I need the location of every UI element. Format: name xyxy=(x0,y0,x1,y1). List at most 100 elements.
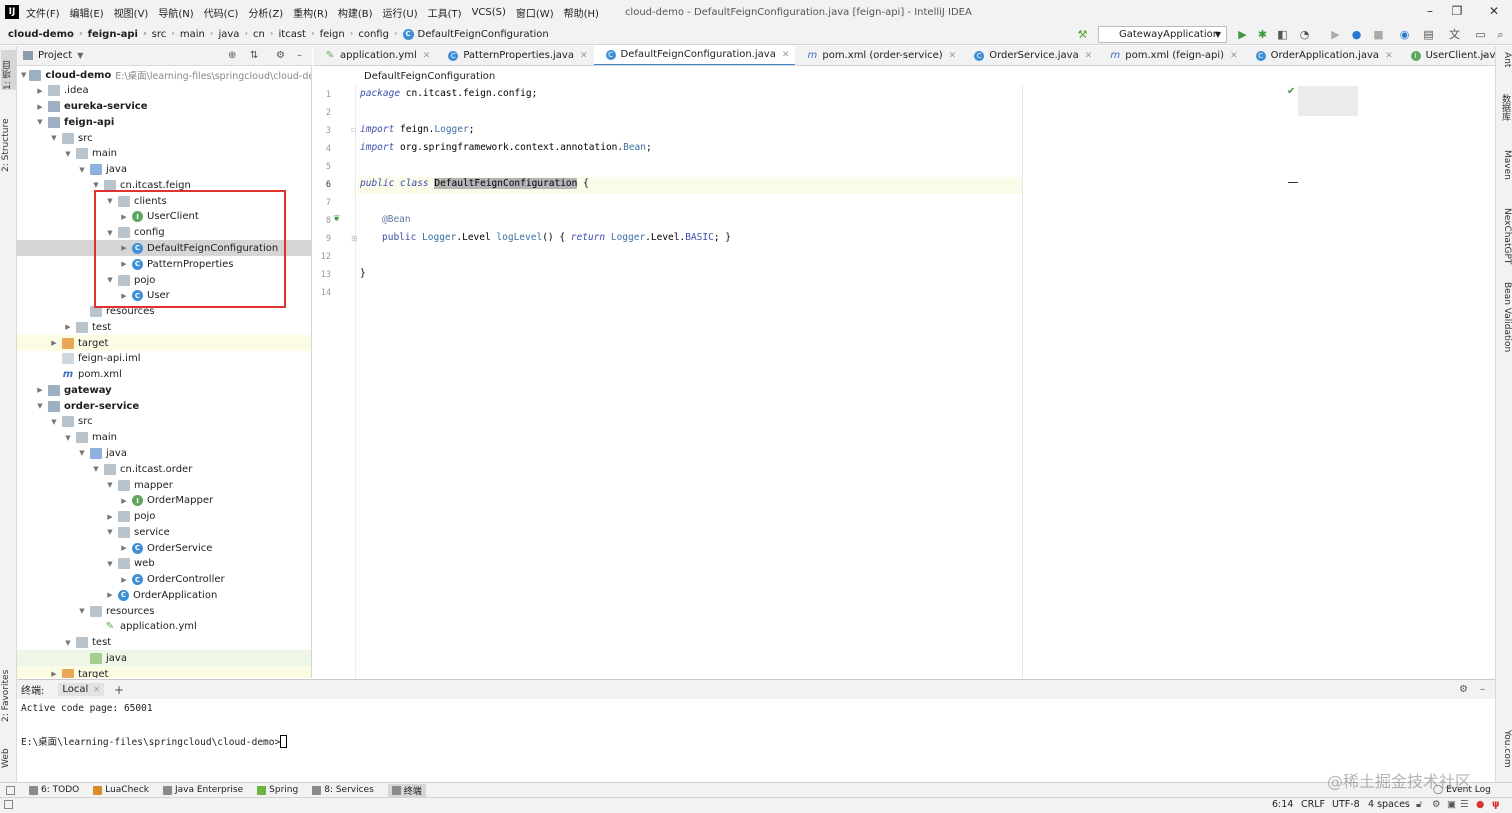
tree-item[interactable]: ▼ order-service xyxy=(17,398,311,414)
close-icon[interactable]: ✕ xyxy=(423,51,431,61)
chevron-down-icon[interactable]: ⌄ xyxy=(1480,48,1489,60)
tree-item[interactable]: ▶ C OrderService xyxy=(17,540,311,556)
terminal-output[interactable]: Active code page: 65001 E:\桌面\learning-f… xyxy=(17,699,1495,782)
tool-tab-youcom[interactable]: You.com xyxy=(1498,730,1512,776)
attach-icon[interactable]: ▶ xyxy=(1329,28,1342,41)
breadcrumb-item[interactable]: cloud-demo › xyxy=(8,29,88,40)
tree-item[interactable]: ▼ cloud-demo E:\桌面\learning-files\springcl… xyxy=(17,67,311,83)
code-editor[interactable]: package cn.itcast.feign.config; import f… xyxy=(357,85,1495,678)
expand-right-icon[interactable]: ▶ xyxy=(35,103,45,111)
tree-item[interactable]: ▼ resources xyxy=(17,603,311,619)
breadcrumb-item[interactable]: main › xyxy=(180,29,219,40)
tool-tab-bean-validation[interactable]: Bean Validation xyxy=(1498,282,1512,368)
menu-refactor[interactable]: 重构(R) xyxy=(293,5,328,20)
menu-window[interactable]: 窗口(W) xyxy=(516,5,554,20)
tree-item[interactable]: ▼ main xyxy=(17,430,311,446)
tree-item[interactable]: ▼ web xyxy=(17,556,311,572)
tree-item[interactable]: ▶ C OrderApplication xyxy=(17,587,311,603)
editor-tab[interactable]: m pom.xml (feign-api) ✕ xyxy=(1098,46,1243,65)
tree-item[interactable]: ▼ src xyxy=(17,130,311,146)
menu-vcs[interactable]: VCS(S) xyxy=(472,7,506,18)
tool-tab-maven[interactable]: Maven xyxy=(1498,150,1512,192)
run-configuration-select[interactable]: GatewayApplication ▼ xyxy=(1098,26,1227,43)
status-toggle-icon[interactable] xyxy=(4,800,13,809)
menu-navigate[interactable]: 导航(N) xyxy=(158,5,193,20)
close-icon[interactable]: ✕ xyxy=(1085,51,1093,61)
tree-item[interactable]: ▼ feign-api xyxy=(17,114,311,130)
lock-icon[interactable]: 🔓︎ xyxy=(1416,799,1422,810)
menu-run[interactable]: 运行(U) xyxy=(383,5,418,20)
tool-tab-database[interactable]: 数据库 xyxy=(1498,94,1512,134)
tool-tab-nexchatgpt[interactable]: NexChatGPT xyxy=(1498,208,1512,268)
run-icon[interactable]: ▶ xyxy=(1236,28,1249,41)
tool-tab-web[interactable]: Web xyxy=(1,738,16,768)
error-icon[interactable]: ● xyxy=(1476,799,1484,810)
breadcrumb-item[interactable]: cn › xyxy=(253,29,278,40)
menu-code[interactable]: 代码(C) xyxy=(204,5,239,20)
expand-down-icon[interactable]: ▼ xyxy=(77,607,87,615)
expand-right-icon[interactable]: ▶ xyxy=(49,670,59,678)
tool-tab-structure[interactable]: 2: Structure xyxy=(1,106,16,173)
tree-item[interactable]: ▼ src xyxy=(17,414,311,430)
close-icon[interactable]: ✕ xyxy=(1486,4,1502,18)
tool-tab-favorites[interactable]: 2: Favorites xyxy=(1,658,16,722)
collapse-icon[interactable]: ⇅ xyxy=(250,50,258,61)
project-panel-title[interactable]: Project xyxy=(38,50,72,61)
expand-down-icon[interactable]: ▼ xyxy=(105,528,115,536)
close-icon[interactable]: ✕ xyxy=(949,51,957,61)
search-icon[interactable]: ⌕ xyxy=(1494,28,1507,41)
toggle-tool-windows-icon[interactable] xyxy=(6,785,15,795)
editor-tab[interactable]: C OrderApplication.java ✕ xyxy=(1244,46,1399,65)
close-icon[interactable]: ✕ xyxy=(93,685,100,694)
editor-breadcrumb-label[interactable]: DefaultFeignConfiguration xyxy=(364,71,495,82)
tree-item[interactable]: ▶ test xyxy=(17,319,311,335)
help-icon[interactable]: ● xyxy=(1350,28,1363,41)
menu-file[interactable]: 文件(F) xyxy=(26,5,60,20)
menu-edit[interactable]: 编辑(E) xyxy=(70,5,104,20)
tool-tab-project[interactable]: 1: 项目 xyxy=(1,50,16,90)
tool-java-enterprise[interactable]: Java Enterprise xyxy=(162,785,243,795)
expand-down-icon[interactable]: ▼ xyxy=(63,434,73,442)
expand-right-icon[interactable]: ▶ xyxy=(63,323,73,331)
new-terminal-button[interactable]: + xyxy=(114,683,124,697)
expand-down-icon[interactable]: ▼ xyxy=(91,465,101,473)
stop-icon[interactable]: ■ xyxy=(1372,28,1385,41)
tree-item[interactable]: feign-api.iml xyxy=(17,351,311,367)
tree-item[interactable]: ▶ pojo xyxy=(17,509,311,525)
menu-tools[interactable]: 工具(T) xyxy=(428,5,462,20)
breadcrumb-item[interactable]: C DefaultFeignConfiguration xyxy=(402,28,549,40)
expand-right-icon[interactable]: ▶ xyxy=(119,544,129,552)
breadcrumb-item[interactable]: feign › xyxy=(320,29,359,40)
chevron-down-icon[interactable]: ▼ xyxy=(77,51,83,60)
tree-item[interactable]: ▶ I OrderMapper xyxy=(17,493,311,509)
git-icon[interactable]: ⚙ xyxy=(1432,799,1441,810)
tool-luacheck[interactable]: LuaCheck xyxy=(93,785,149,795)
tool-spring[interactable]: Spring xyxy=(257,785,298,795)
expand-right-icon[interactable]: ▶ xyxy=(35,87,45,95)
menu-analyze[interactable]: 分析(Z) xyxy=(248,5,283,20)
expand-down-icon[interactable]: ▼ xyxy=(105,481,115,489)
coverage-icon[interactable]: ◧ xyxy=(1276,28,1289,41)
tree-item[interactable]: ▶ eureka-service xyxy=(17,99,311,115)
tree-item[interactable]: ▶ target xyxy=(17,335,311,352)
menu-build[interactable]: 构建(B) xyxy=(338,5,373,20)
profile-icon[interactable]: ◔ xyxy=(1298,28,1311,41)
tree-item[interactable]: ▼ cn.itcast.order xyxy=(17,461,311,477)
menu-help[interactable]: 帮助(H) xyxy=(564,5,599,20)
close-icon[interactable]: ✕ xyxy=(1230,51,1238,61)
hide-panel-icon[interactable]: – xyxy=(1480,684,1485,695)
maximize-icon[interactable]: ❐ xyxy=(1449,4,1465,18)
tree-item[interactable]: ▶ gateway xyxy=(17,382,311,398)
indent-setting[interactable]: 4 spaces xyxy=(1368,799,1410,810)
expand-down-icon[interactable]: ▼ xyxy=(35,402,45,410)
expand-down-icon[interactable]: ▼ xyxy=(63,639,73,647)
gear-icon[interactable]: ⚙ xyxy=(276,50,285,61)
menu-view[interactable]: 视图(V) xyxy=(114,5,149,20)
tool-terminal[interactable]: 终端 xyxy=(387,783,426,797)
tool-todo[interactable]: 6: TODO xyxy=(29,785,79,795)
breadcrumb-item[interactable]: java › xyxy=(218,29,253,40)
gear-icon[interactable]: ⚙ xyxy=(1459,684,1468,695)
close-icon[interactable]: ✕ xyxy=(782,50,790,60)
file-encoding[interactable]: UTF-8 xyxy=(1332,799,1360,810)
translate-icon[interactable]: 文 xyxy=(1448,28,1461,41)
